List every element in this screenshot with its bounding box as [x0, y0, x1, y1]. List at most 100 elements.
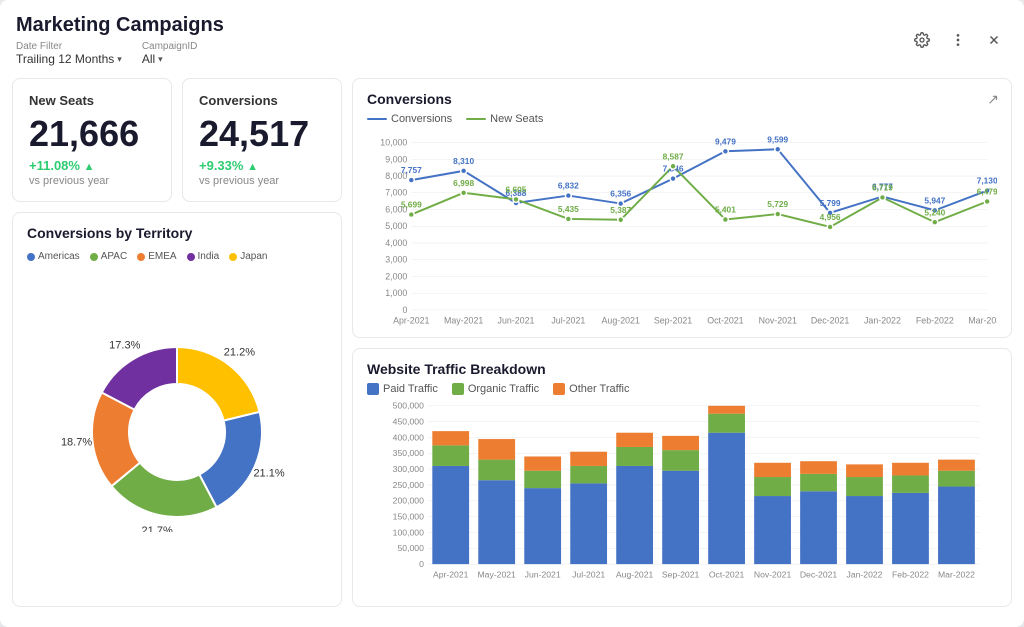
apac-dot [90, 253, 98, 261]
svg-text:Sep-2021: Sep-2021 [662, 569, 700, 579]
legend-other: Other Traffic [553, 383, 629, 395]
svg-text:5,435: 5,435 [558, 204, 579, 214]
paid-legend-dot [367, 383, 379, 395]
svg-text:8,310: 8,310 [453, 156, 474, 166]
svg-text:6,605: 6,605 [506, 184, 527, 194]
svg-text:3,000: 3,000 [385, 255, 407, 265]
svg-text:350,000: 350,000 [393, 448, 424, 458]
svg-text:21.2%: 21.2% [224, 346, 255, 358]
india-label: India [198, 251, 220, 262]
svg-text:4,956: 4,956 [820, 212, 841, 222]
other-legend-label: Other Traffic [569, 383, 629, 395]
paid-legend-label: Paid Traffic [383, 383, 438, 395]
legend-india: India [187, 251, 220, 262]
svg-text:Dec-2021: Dec-2021 [800, 569, 838, 579]
conversions-chart-title: Conversions [367, 91, 997, 107]
donut-chart-container: 21.2%21.1%21.7%18.7%17.3% [27, 270, 327, 594]
svg-text:0: 0 [419, 558, 424, 568]
svg-text:Apr-2021: Apr-2021 [433, 569, 469, 579]
main-content: New Seats 21,666 +11.08% ▲ vs previous y… [0, 70, 1024, 627]
svg-text:9,599: 9,599 [767, 134, 788, 144]
line-chart: 01,0002,0003,0004,0005,0006,0007,0008,00… [367, 131, 997, 351]
svg-text:Jun-2021: Jun-2021 [498, 316, 535, 326]
svg-text:7,130: 7,130 [977, 176, 997, 186]
conversions-legend-label: Conversions [391, 113, 452, 125]
new-seats-value: 21,666 [29, 116, 155, 152]
new-seats-legend-label: New Seats [490, 113, 543, 125]
settings-button[interactable] [908, 26, 936, 54]
svg-text:Aug-2021: Aug-2021 [602, 316, 640, 326]
emea-label: EMEA [148, 251, 176, 262]
campaign-filter-group: CampaignID All ▾ [142, 41, 198, 66]
svg-text:21.1%: 21.1% [253, 467, 284, 479]
svg-text:Dec-2021: Dec-2021 [811, 316, 849, 326]
svg-text:Nov-2021: Nov-2021 [759, 316, 797, 326]
emea-dot [137, 253, 145, 261]
svg-text:Oct-2021: Oct-2021 [707, 316, 743, 326]
conversions-kpi-label: Conversions [199, 93, 325, 108]
title-actions [908, 26, 1008, 54]
territory-legend: Americas APAC EMEA India [27, 251, 327, 262]
traffic-title: Website Traffic Breakdown [367, 361, 997, 377]
svg-text:50,000: 50,000 [397, 543, 424, 553]
conversions-line-dot [367, 118, 387, 120]
svg-text:400,000: 400,000 [393, 432, 424, 442]
svg-text:Nov-2021: Nov-2021 [754, 569, 792, 579]
legend-americas: Americas [27, 251, 80, 262]
legend-organic: Organic Traffic [452, 383, 539, 395]
date-filter-dropdown[interactable]: Trailing 12 Months ▾ [16, 52, 122, 66]
svg-text:Mar-2022: Mar-2022 [938, 569, 975, 579]
svg-text:0: 0 [402, 305, 407, 315]
campaign-filter-dropdown[interactable]: All ▾ [142, 52, 198, 66]
campaign-filter-chevron: ▾ [158, 54, 163, 65]
svg-text:4,000: 4,000 [385, 238, 407, 248]
svg-text:8,587: 8,587 [663, 151, 684, 161]
svg-text:Feb-2022: Feb-2022 [892, 569, 929, 579]
svg-text:6,719: 6,719 [872, 183, 893, 193]
filters: Date Filter Trailing 12 Months ▾ Campaig… [16, 41, 224, 66]
svg-text:7,757: 7,757 [401, 165, 422, 175]
other-legend-dot [553, 383, 565, 395]
traffic-panel: Website Traffic Breakdown Paid Traffic O… [352, 348, 1012, 608]
americas-label: Americas [38, 251, 80, 262]
svg-text:250,000: 250,000 [393, 479, 424, 489]
svg-text:Jul-2021: Jul-2021 [551, 316, 585, 326]
bar-chart: 050,000100,000150,000200,000250,000300,0… [367, 401, 997, 603]
legend-apac: APAC [90, 251, 128, 262]
svg-text:5,240: 5,240 [924, 207, 945, 217]
svg-text:21.7%: 21.7% [142, 525, 173, 532]
svg-text:6,479: 6,479 [977, 187, 997, 197]
conversions-chart-panel: Conversions ↗ Conversions New Seats 0 [352, 78, 1012, 338]
svg-text:17.3%: 17.3% [109, 339, 140, 351]
date-filter-chevron: ▾ [117, 54, 122, 65]
svg-text:10,000: 10,000 [380, 138, 407, 148]
svg-text:500,000: 500,000 [393, 401, 424, 411]
new-seats-change: +11.08% ▲ [29, 158, 155, 173]
more-button[interactable] [944, 26, 972, 54]
japan-label: Japan [240, 251, 267, 262]
right-column: Conversions ↗ Conversions New Seats 0 [352, 78, 1012, 607]
donut-chart: 21.2%21.1%21.7%18.7%17.3% [47, 332, 307, 532]
legend-japan: Japan [229, 251, 267, 262]
territory-panel: Conversions by Territory Americas APAC [12, 212, 342, 607]
new-seats-compare: vs previous year [29, 175, 155, 187]
title-bar: Marketing Campaigns Date Filter Trailing… [0, 0, 1024, 70]
svg-text:Jun-2021: Jun-2021 [525, 569, 561, 579]
close-button[interactable] [980, 26, 1008, 54]
kpi-row: New Seats 21,666 +11.08% ▲ vs previous y… [12, 78, 342, 202]
apac-label: APAC [101, 251, 128, 262]
territory-title: Conversions by Territory [27, 225, 327, 241]
svg-text:5,387: 5,387 [610, 205, 631, 215]
svg-text:Aug-2021: Aug-2021 [616, 569, 654, 579]
conversions-kpi-value: 24,517 [199, 116, 325, 152]
svg-text:6,356: 6,356 [610, 189, 631, 199]
svg-text:Jul-2021: Jul-2021 [572, 569, 605, 579]
americas-dot [27, 253, 35, 261]
conversions-arrow: ▲ [247, 161, 258, 173]
svg-text:5,699: 5,699 [401, 200, 422, 210]
date-filter-group: Date Filter Trailing 12 Months ▾ [16, 41, 122, 66]
svg-text:5,799: 5,799 [820, 198, 841, 208]
india-dot [187, 253, 195, 261]
expand-button[interactable]: ↗ [987, 91, 999, 108]
title-section: Marketing Campaigns Date Filter Trailing… [16, 14, 224, 66]
